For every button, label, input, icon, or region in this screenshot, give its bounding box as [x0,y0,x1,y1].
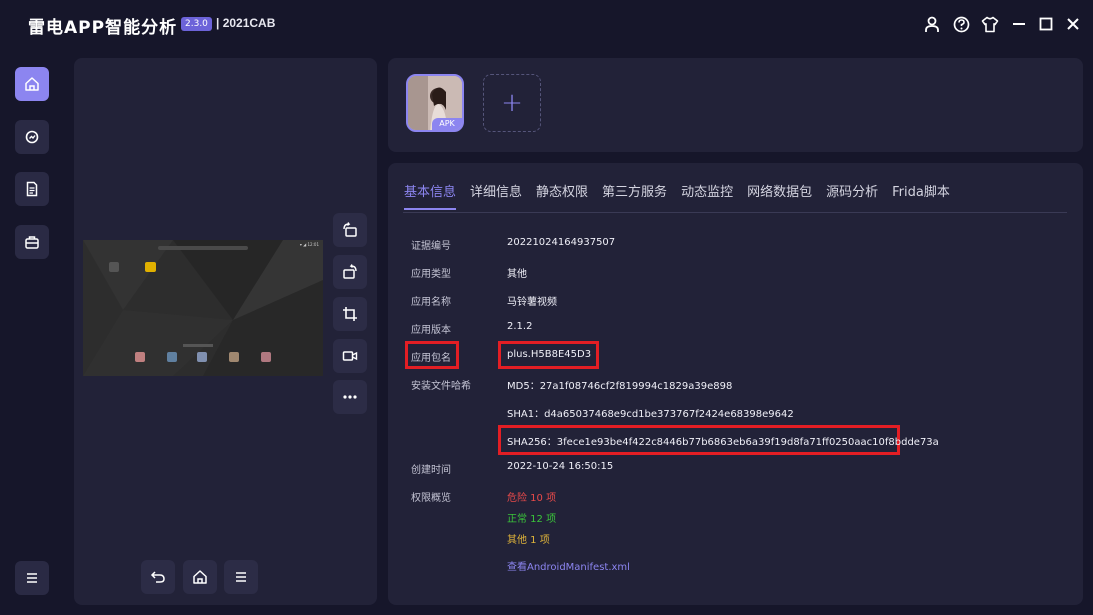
cert-label: 证据编号 [411,241,451,252]
created-label: 创建时间 [411,465,451,476]
analysis-icon [25,130,39,144]
close-icon[interactable] [1063,14,1083,34]
help-icon[interactable] [951,14,971,34]
created-value: 2022-10-24 16:50:15 [507,461,614,472]
nav-toolbox[interactable] [15,225,49,259]
name-label: 应用名称 [411,297,451,308]
perm-label: 权限概览 [411,493,451,504]
md5-value: MD5：27a1f08746cf2f819994c1829a39e898 [507,381,733,392]
manifest-link[interactable]: 查看AndroidManifest.xml [507,558,630,573]
title-bar: 雷电APP智能分析 2.3.0 | 2021CAB [0,0,1093,48]
tab-network-packets[interactable]: 网络数据包 [747,181,812,210]
nav-home[interactable] [15,67,49,101]
nav-report[interactable] [15,172,49,206]
tab-static-permissions[interactable]: 静态权限 [536,181,588,210]
user-icon[interactable] [922,14,942,34]
minimize-icon[interactable] [1009,14,1029,34]
build-tag: | 2021CAB [216,16,276,30]
record-button[interactable] [333,339,367,373]
home-icon [25,77,39,91]
tab-source-analysis[interactable]: 源码分析 [826,181,878,210]
sha256-value: SHA256：3fece1e93be4f422c8446b77b6863eb6a… [507,437,939,448]
rotate-right-button[interactable] [333,255,367,289]
apk-badge: APK [432,118,462,130]
package-value: plus.H5B8E45D3 [507,349,592,360]
tab-dynamic-monitor[interactable]: 动态监控 [681,181,733,210]
tab-basic-info[interactable]: 基本信息 [404,181,457,210]
menu-button[interactable] [224,560,258,594]
plus-icon: + [501,88,523,118]
maximize-icon[interactable] [1036,14,1056,34]
add-apk-button[interactable]: + [483,74,541,132]
rotate-right-icon [343,264,357,279]
menu-icon [236,572,246,582]
cert-value: 20221024164937507 [507,237,616,248]
video-icon [342,351,358,361]
hash-label: 安装文件哈希 [411,381,471,392]
home-button[interactable] [183,560,217,594]
version-badge: 2.3.0 [181,17,212,31]
tab-third-party[interactable]: 第三方服务 [602,181,667,210]
version-value: 2.1.2 [507,321,533,332]
version-label: 应用版本 [411,325,451,336]
menu-icon [27,573,37,583]
crop-button[interactable] [333,297,367,331]
app-title: 雷电APP智能分析 [28,18,178,38]
nav-menu[interactable] [15,561,49,595]
type-value: 其他 [507,269,527,280]
sha1-value: SHA1：d4a65037468e9cd1be373767f2424e68398… [507,409,794,420]
crop-icon [343,307,357,321]
tab-detail-info[interactable]: 详细信息 [470,181,522,210]
home-icon [193,570,207,584]
device-wallpaper [83,240,323,376]
rotate-left-icon [343,222,357,237]
perm-other: 其他 1 项 [507,535,550,546]
shirt-icon[interactable] [980,14,1000,34]
tab-bar: 基本信息 详细信息 静态权限 第三方服务 动态监控 网络数据包 源码分析 Fri… [404,181,964,210]
tab-frida-script[interactable]: Frida脚本 [892,181,950,210]
nav-analysis[interactable] [15,120,49,154]
device-screen[interactable]: ▾ ◢ 12:01 [83,240,323,376]
perm-danger: 危险 10 项 [507,493,557,504]
info-panel [388,163,1083,605]
tabs-divider [403,212,1067,213]
back-icon [150,571,165,583]
toolbox-icon [25,236,39,249]
apk-app-icon[interactable]: APK [406,74,464,132]
back-button[interactable] [141,560,175,594]
more-button[interactable] [333,380,367,414]
device-status-bar: ▾ ◢ 12:01 [299,242,319,247]
name-value: 马铃薯视频 [507,297,557,308]
type-label: 应用类型 [411,269,451,280]
package-label: 应用包名 [411,353,451,364]
rotate-left-button[interactable] [333,213,367,247]
perm-normal: 正常 12 项 [507,514,557,525]
report-icon [26,181,38,197]
more-icon [343,395,357,399]
